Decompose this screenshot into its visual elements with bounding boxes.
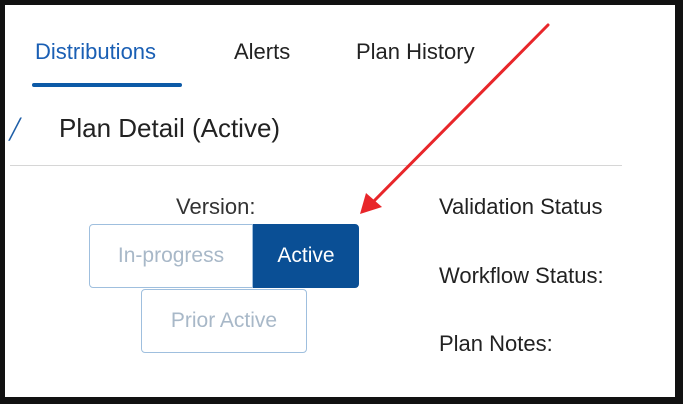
plan-notes-label: Plan Notes: bbox=[439, 331, 553, 356]
tab-plan-history[interactable]: Plan History bbox=[356, 39, 475, 65]
workflow-status-label: Workflow Status: bbox=[439, 263, 604, 288]
version-prior-active-button[interactable]: Prior Active bbox=[141, 289, 307, 353]
section-title: Plan Detail (Active) bbox=[59, 113, 281, 143]
section-divider bbox=[10, 165, 622, 166]
version-active-button[interactable]: Active bbox=[253, 224, 359, 288]
tab-alerts[interactable]: Alerts bbox=[234, 39, 290, 65]
validation-status-label: Validation Status bbox=[439, 194, 603, 219]
screenshot-frame: Distributions Alerts Plan History ╱ Plan… bbox=[0, 0, 683, 404]
version-in-progress-button[interactable]: In-progress bbox=[89, 224, 253, 288]
active-tab-indicator bbox=[32, 83, 182, 87]
version-label: Version: bbox=[176, 194, 256, 219]
tab-bar: Distributions Alerts Plan History bbox=[5, 5, 675, 89]
tab-distributions[interactable]: Distributions bbox=[35, 39, 156, 65]
collapse-chevron-icon[interactable]: ╱ bbox=[9, 117, 21, 142]
